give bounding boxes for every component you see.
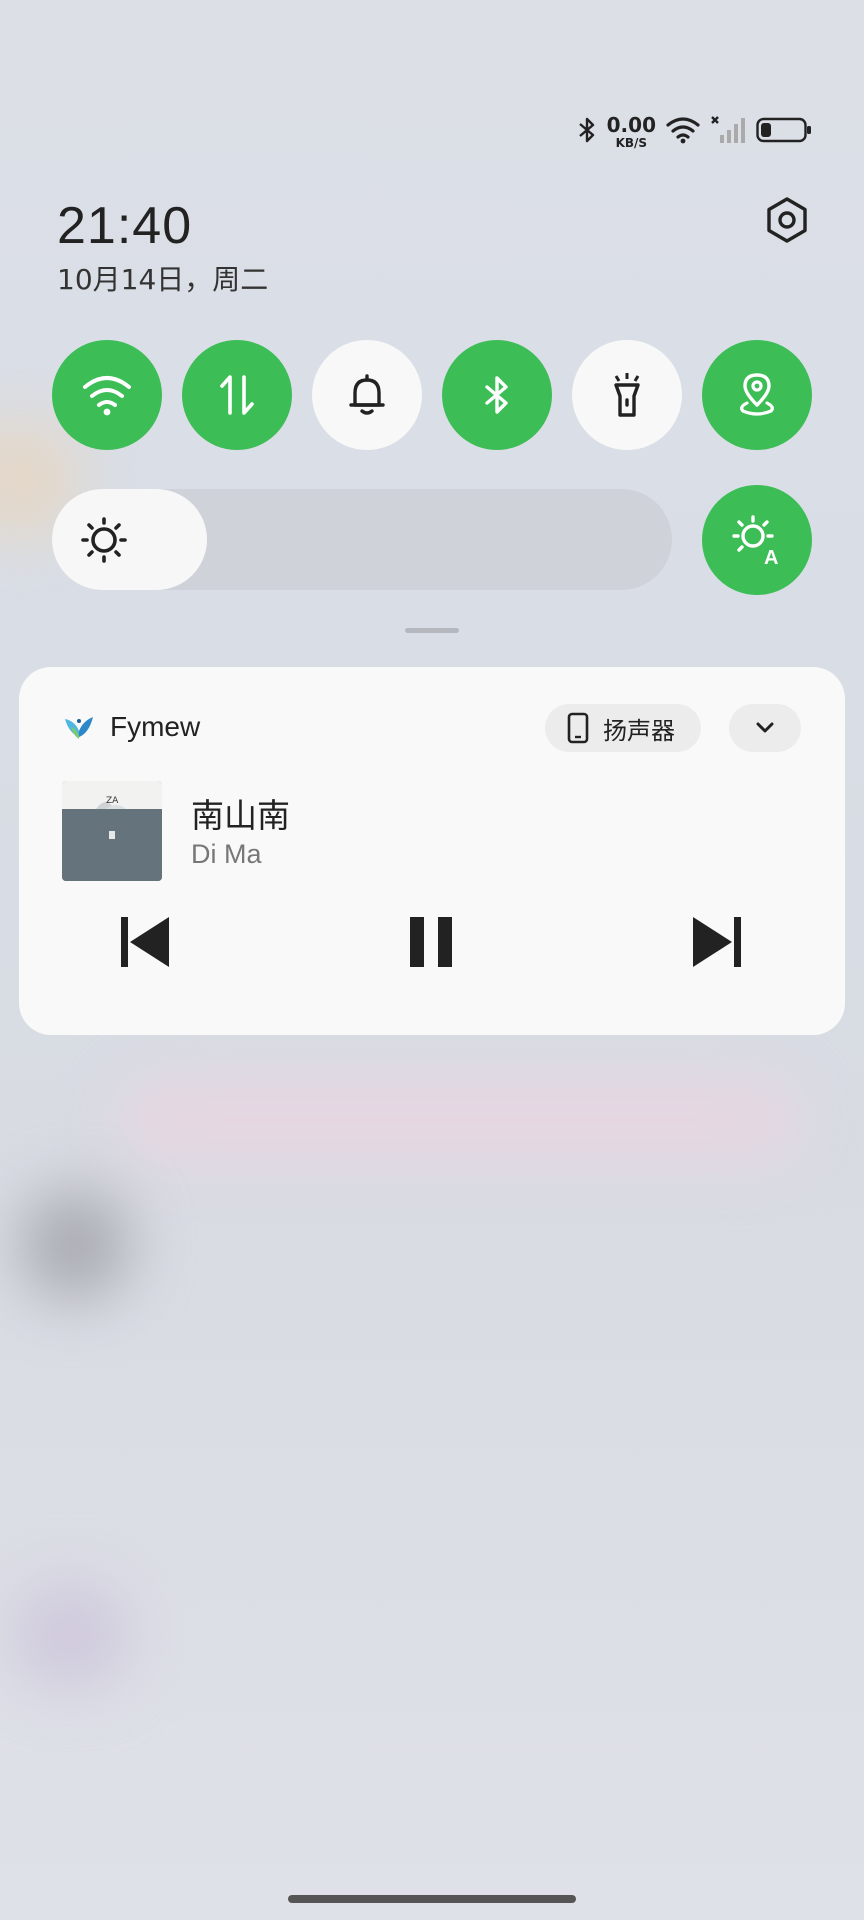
svg-text:A: A: [764, 547, 778, 566]
location-icon: [740, 373, 774, 416]
wifi-toggle[interactable]: [52, 340, 162, 450]
bell-icon: [349, 374, 385, 415]
bluetooth-icon: [577, 115, 597, 149]
album-art: ZA: [62, 781, 162, 881]
mobile-data-toggle[interactable]: [182, 340, 292, 450]
output-device-label: 扬声器: [603, 716, 675, 745]
wifi-icon: [666, 116, 700, 148]
clock-date: 10月14日，周二: [57, 263, 269, 296]
artist-name: Di Ma: [191, 839, 262, 869]
skip-previous-icon: [121, 917, 169, 967]
background-blur: [10, 1580, 130, 1690]
expand-button[interactable]: [729, 704, 801, 752]
auto-brightness-icon: A: [732, 515, 778, 566]
song-title: 南山南: [191, 796, 290, 835]
data-arrows-icon: [220, 375, 254, 415]
network-speed-value: 0.00: [606, 113, 656, 137]
skip-next-icon: [693, 917, 741, 967]
settings-button[interactable]: [762, 195, 812, 245]
background-blur: [20, 1190, 130, 1300]
output-device-button[interactable]: 扬声器: [545, 704, 701, 752]
media-app-name: Fymew: [110, 711, 201, 742]
cellular-no-service-icon: [710, 115, 746, 149]
pause-icon: [410, 917, 452, 967]
gear-icon: [767, 197, 807, 243]
clock-time: 21:40: [57, 197, 193, 255]
pause-button[interactable]: [401, 912, 461, 972]
flashlight-icon: [614, 373, 640, 417]
background-blur: [120, 1080, 800, 1160]
chevron-down-icon: [756, 722, 774, 733]
svg-text:ZA: ZA: [106, 796, 119, 806]
status-bar: 0.00 KB/S: [577, 112, 812, 152]
battery-icon: [756, 117, 812, 147]
fymew-app-icon: [63, 711, 95, 743]
quick-settings-tiles: [52, 340, 812, 450]
next-button[interactable]: [687, 912, 747, 972]
network-speed-unit: KB/S: [615, 136, 648, 150]
bluetooth-toggle[interactable]: [442, 340, 552, 450]
network-speed: 0.00 KB/S: [607, 115, 656, 149]
flashlight-toggle[interactable]: [572, 340, 682, 450]
bluetooth-icon: [485, 376, 508, 414]
wifi-icon: [83, 376, 131, 416]
phone-icon: [567, 712, 589, 744]
brightness-slider[interactable]: [52, 489, 672, 590]
media-player-card: Fymew 扬声器 ZA 南山南 Di Ma: [19, 667, 845, 1035]
brightness-slider-thumb[interactable]: [52, 489, 207, 590]
location-toggle[interactable]: [702, 340, 812, 450]
auto-brightness-toggle[interactable]: A: [702, 485, 812, 595]
ringer-toggle[interactable]: [312, 340, 422, 450]
previous-button[interactable]: [115, 912, 175, 972]
sun-icon: [81, 516, 127, 563]
panel-drag-handle[interactable]: [405, 628, 459, 633]
home-indicator[interactable]: [288, 1895, 576, 1903]
